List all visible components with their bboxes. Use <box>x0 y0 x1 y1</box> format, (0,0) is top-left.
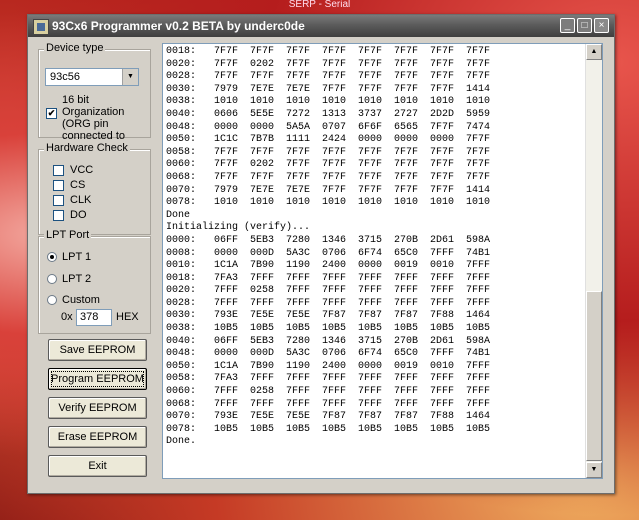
log-line: 0060: 7FFF 0258 7FFF 7FFF 7FFF 7FFF 7FFF… <box>166 386 491 398</box>
app-icon <box>33 19 49 35</box>
log-line: 0020: 7FFF 0258 7FFF 7FFF 7FFF 7FFF 7FFF… <box>166 285 491 297</box>
log-line: 0008: 0000 000D 5A3C 0706 6F74 65C0 7FFF… <box>166 247 491 259</box>
save-eeprom-button[interactable]: Save EEPROM <box>48 339 147 361</box>
log-output[interactable]: 0018: 7F7F 7F7F 7F7F 7F7F 7F7F 7F7F 7F7F… <box>162 43 603 479</box>
vertical-scrollbar[interactable]: ▲ ▼ <box>585 44 602 478</box>
client-area: Device type 93c56 ▼ ✔ 16 bit Organizatio… <box>31 38 609 489</box>
cs-label: CS <box>70 179 86 191</box>
scroll-up-icon[interactable]: ▲ <box>586 44 602 60</box>
log-line: 0038: 10B5 10B5 10B5 10B5 10B5 10B5 10B5… <box>166 323 491 335</box>
log-line: 0040: 06FF 5EB3 7280 1346 3715 270B 2D61… <box>166 335 491 347</box>
app-window: 93Cx6 Programmer v0.2 BETA by underc0de … <box>27 14 615 494</box>
log-line: 0050: 1C1A 7B90 1190 2400 0000 0019 0010… <box>166 360 491 372</box>
exit-button[interactable]: Exit <box>48 455 147 477</box>
log-line: 0070: 793E 7E5E 7E5E 7F87 7F87 7F87 7F88… <box>166 411 491 423</box>
hardware-check-legend: Hardware Check <box>44 142 130 154</box>
do-label: DO <box>70 209 87 221</box>
log-line: 0000: 06FF 5EB3 7280 1346 3715 270B 2D61… <box>166 234 491 246</box>
log-line: 0028: 7FFF 7FFF 7FFF 7FFF 7FFF 7FFF 7FFF… <box>166 297 491 309</box>
lpt2-radio[interactable] <box>47 274 57 284</box>
log-line: 0040: 0606 5E5E 7272 1313 3737 2727 2D2D… <box>166 108 491 120</box>
log-line: 0060: 7F7F 0202 7F7F 7F7F 7F7F 7F7F 7F7F… <box>166 159 491 171</box>
verify-eeprom-button[interactable]: Verify EEPROM <box>48 397 147 419</box>
lpt-port-legend: LPT Port <box>44 229 92 241</box>
clk-label: CLK <box>70 194 92 206</box>
device-type-value: 93c56 <box>50 71 80 83</box>
log-line: 0078: 10B5 10B5 10B5 10B5 10B5 10B5 10B5… <box>166 423 491 435</box>
program-eeprom-button[interactable]: Program EEPROM <box>48 368 147 390</box>
log-line: 0058: 7FA3 7FFF 7FFF 7FFF 7FFF 7FFF 7FFF… <box>166 373 491 385</box>
log-line: 0068: 7F7F 7F7F 7F7F 7F7F 7F7F 7F7F 7F7F… <box>166 171 491 183</box>
lpt2-label: LPT 2 <box>62 273 92 285</box>
maximize-button[interactable]: □ <box>577 18 592 33</box>
do-checkbox[interactable] <box>53 210 64 221</box>
title-bar[interactable]: 93Cx6 Programmer v0.2 BETA by underc0de … <box>28 15 614 37</box>
log-line: 0078: 1010 1010 1010 1010 1010 1010 1010… <box>166 197 491 209</box>
lpt1-radio[interactable] <box>47 252 57 262</box>
clk-checkbox[interactable] <box>53 195 64 206</box>
vcc-label: VCC <box>70 164 94 176</box>
scroll-down-icon[interactable]: ▼ <box>586 462 602 478</box>
device-type-legend: Device type <box>44 42 106 54</box>
log-text: 0018: 7F7F 7F7F 7F7F 7F7F 7F7F 7F7F 7F7F… <box>166 46 490 449</box>
window-title: 93Cx6 Programmer v0.2 BETA by underc0de <box>52 19 305 33</box>
log-line: 0058: 7F7F 7F7F 7F7F 7F7F 7F7F 7F7F 7F7F… <box>166 146 491 158</box>
log-line: 0048: 0000 0000 5A5A 0707 6F6F 6565 7F7F… <box>166 121 491 133</box>
custom-label: Custom <box>62 294 100 306</box>
log-line: 0050: 1C1C 7B7B 1111 2424 0000 0000 0000… <box>166 134 491 146</box>
hardware-check-group: Hardware Check VCC CS CLK DO <box>38 142 151 235</box>
log-line: 0030: 7979 7E7E 7E7E 7F7F 7F7F 7F7F 7F7F… <box>166 83 491 95</box>
log-line: 0068: 7FFF 7FFF 7FFF 7FFF 7FFF 7FFF 7FFF… <box>166 398 491 410</box>
log-line: 0030: 793E 7E5E 7E5E 7F87 7F87 7F87 7F88… <box>166 310 491 322</box>
log-line: 0018: 7FA3 7FFF 7FFF 7FFF 7FFF 7FFF 7FFF… <box>166 272 491 284</box>
vcc-checkbox[interactable] <box>53 165 64 176</box>
log-line: 0048: 0000 000D 5A3C 0706 6F74 65C0 7FFF… <box>166 348 491 360</box>
log-line: Initializing (verify)... <box>166 222 311 234</box>
chevron-down-icon[interactable]: ▼ <box>122 69 138 85</box>
lpt1-label: LPT 1 <box>62 251 92 263</box>
custom-suffix-label: HEX <box>116 311 139 323</box>
log-line: Done <box>166 209 191 221</box>
close-button[interactable]: × <box>594 18 609 33</box>
custom-radio[interactable] <box>47 295 57 305</box>
device-type-select[interactable]: 93c56 ▼ <box>45 68 139 86</box>
log-line: 0010: 1C1A 7B90 1190 2400 0000 0019 0010… <box>166 260 491 272</box>
erase-eeprom-button[interactable]: Erase EEPROM <box>48 426 147 448</box>
background-caption: SERP - Serial <box>288 0 351 10</box>
log-line: 0018: 7F7F 7F7F 7F7F 7F7F 7F7F 7F7F 7F7F… <box>166 46 491 57</box>
cs-checkbox[interactable] <box>53 180 64 191</box>
log-line: 0070: 7979 7E7E 7E7E 7F7F 7F7F 7F7F 7F7F… <box>166 184 491 196</box>
minimize-button[interactable]: _ <box>560 18 575 33</box>
scroll-thumb[interactable] <box>586 291 602 461</box>
log-line: 0020: 7F7F 0202 7F7F 7F7F 7F7F 7F7F 7F7F… <box>166 58 491 70</box>
log-line: 0028: 7F7F 7F7F 7F7F 7F7F 7F7F 7F7F 7F7F… <box>166 71 491 83</box>
lpt-port-group: LPT Port LPT 1 LPT 2 Custom 0x 378 HEX <box>38 229 151 334</box>
custom-prefix-label: 0x <box>61 311 73 323</box>
organization-checkbox[interactable]: ✔ <box>46 108 57 119</box>
device-type-group: Device type 93c56 ▼ ✔ 16 bit Organizatio… <box>38 42 151 154</box>
log-line: Done. <box>166 436 197 448</box>
log-line: 0038: 1010 1010 1010 1010 1010 1010 1010… <box>166 96 491 108</box>
custom-port-input[interactable]: 378 <box>76 309 112 326</box>
